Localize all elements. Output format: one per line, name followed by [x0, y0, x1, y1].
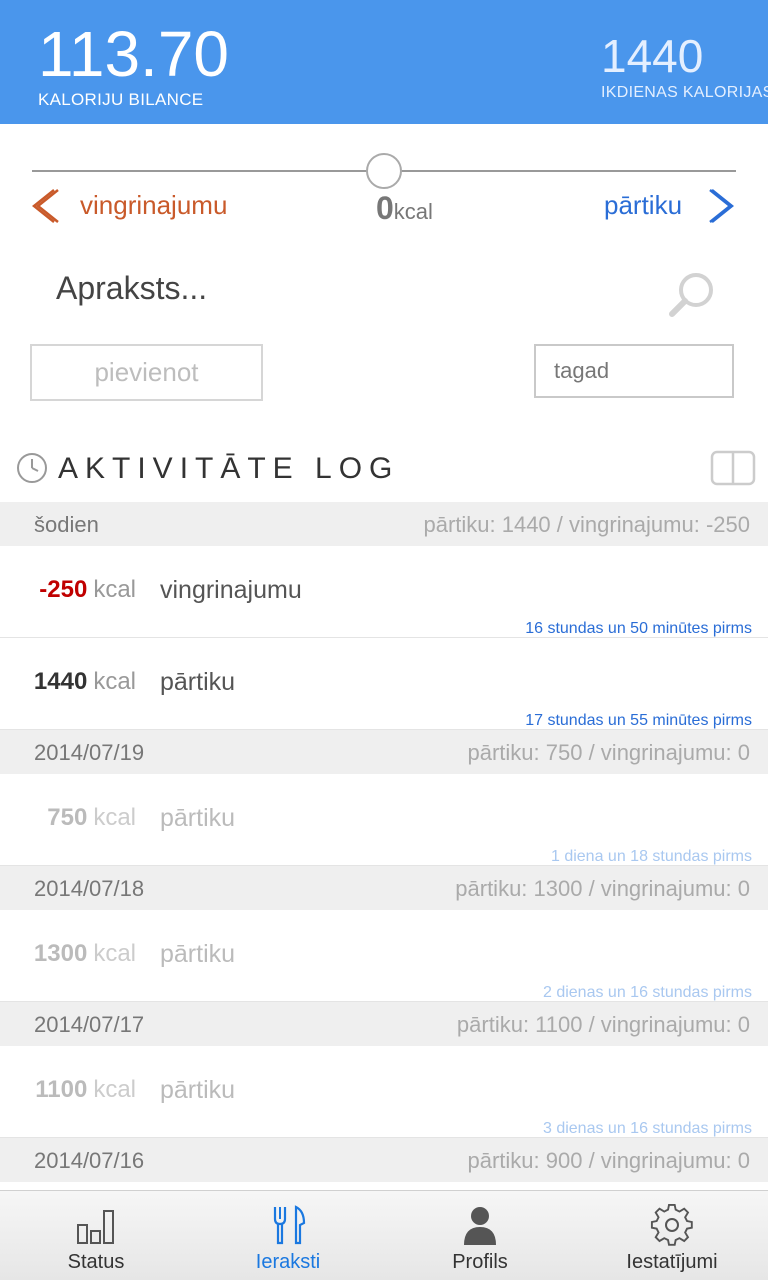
entry-unit: kcal: [93, 668, 136, 695]
entry-time-ago: 3 dienas un 16 stundas pirms: [542, 1120, 752, 1137]
tab-label: Iestatījumi: [626, 1251, 718, 1273]
entry-value: 1100: [35, 1076, 88, 1103]
day-header: šodien pārtiku: 1440 / vingrinajumu: -25…: [0, 502, 768, 546]
day-header: 2014/07/16 pārtiku: 900 / vingrinajumu: …: [0, 1138, 768, 1182]
tab-profils[interactable]: Profils: [384, 1191, 576, 1280]
entry-amount: 1440 kcal: [34, 668, 136, 696]
entry-description: pārtiku: [160, 1076, 236, 1104]
daily-calories-label: IKDIENAS KALORIJAS: [601, 84, 768, 101]
day-date: 2014/07/16: [34, 1148, 145, 1173]
day-header: 2014/07/17 pārtiku: 1100 / vingrinajumu:…: [0, 1002, 768, 1046]
fork-knife-icon: [273, 1205, 306, 1245]
kcal-amount-display: 0kcal: [376, 190, 433, 227]
day-summary: pārtiku: 1100 / vingrinajumu: 0: [456, 1012, 750, 1037]
day-date: 2014/07/19: [34, 740, 145, 765]
daily-calories-value: 1440: [601, 30, 704, 82]
entry-value: 1300: [33, 940, 88, 967]
day-header: 2014/07/19 pārtiku: 750 / vingrinajumu: …: [0, 730, 768, 774]
log-entry[interactable]: 1440 kcal pārtiku 17 stundas un 55 minūte…: [0, 638, 768, 730]
entry-description: pārtiku: [160, 668, 236, 696]
entry-time-ago: 2 dienas un 16 stundas pirms: [542, 984, 752, 1001]
exercise-type-button[interactable]: vingrinajumu: [80, 190, 227, 221]
entry-amount: 1100 kcal: [35, 1076, 136, 1104]
description-input[interactable]: Apraksts...: [56, 270, 207, 307]
entry-time-ago: 1 diena un 18 stundas pirms: [550, 848, 752, 865]
entry-amount: 1300 kcal: [34, 940, 136, 968]
calorie-header: 113.70 KALORIJU BILANCE 1440 IKDIENAS KA…: [0, 0, 768, 124]
book-icon[interactable]: [710, 450, 756, 486]
chevron-right-icon[interactable]: [704, 186, 738, 226]
person-icon: [464, 1207, 496, 1245]
day-date: 2014/07/18: [34, 876, 145, 901]
kcal-slider-knob[interactable]: [366, 153, 402, 189]
kcal-amount-value: 0: [376, 190, 394, 226]
food-type-button[interactable]: pārtiku: [604, 190, 682, 221]
day-summary: pārtiku: 750 / vingrinajumu: 0: [467, 740, 751, 765]
tab-label: Ieraksti: [255, 1251, 321, 1273]
add-button[interactable]: pievienot: [30, 344, 263, 401]
day-summary: pārtiku: 900 / vingrinajumu: 0: [467, 1148, 751, 1173]
tab-label: Profils: [452, 1251, 508, 1273]
entry-description: pārtiku: [160, 804, 236, 832]
entry-unit: kcal: [93, 1076, 136, 1103]
entry-amount: -250 kcal: [39, 576, 136, 604]
tab-iestatijumi[interactable]: Iestatījumi: [576, 1191, 768, 1280]
tab-label: Status: [67, 1251, 125, 1273]
kcal-amount-unit: kcal: [393, 199, 433, 224]
chevron-left-icon[interactable]: [30, 186, 64, 226]
activity-log-list: šodien pārtiku: 1440 / vingrinajumu: -25…: [0, 502, 768, 1182]
entry-description: pārtiku: [160, 940, 236, 968]
day-date: 2014/07/17: [34, 1012, 145, 1037]
entry-time-ago: 16 stundas un 50 minūtes pirms: [525, 620, 752, 637]
entry-value: -250: [39, 576, 88, 603]
time-input[interactable]: tagad: [534, 344, 734, 398]
activity-log-title: AKTIVITĀTE LOG: [58, 452, 400, 485]
entry-description: vingrinajumu: [160, 576, 302, 604]
entry-amount: 750 kcal: [47, 804, 136, 832]
log-entry[interactable]: -250 kcal vingrinajumu 16 stundas un 50 m…: [0, 546, 768, 638]
clock-icon: [17, 453, 47, 483]
day-date: šodien: [34, 512, 99, 537]
calorie-balance-label: KALORIJU BILANCE: [38, 90, 204, 109]
entry-unit: kcal: [93, 940, 136, 967]
entry-time-ago: 17 stundas un 55 minūtes pirms: [525, 712, 752, 729]
day-summary: pārtiku: 1300 / vingrinajumu: 0: [455, 876, 750, 901]
calorie-balance-value: 113.70: [38, 18, 229, 90]
bottom-tab-bar: Status Ieraksti Profils Iestatījumi: [0, 1190, 768, 1280]
tab-ieraksti[interactable]: Ieraksti: [192, 1191, 384, 1280]
entry-value: 1440: [33, 668, 88, 695]
entry-unit: kcal: [93, 804, 136, 831]
bar-chart-icon: [77, 1210, 114, 1244]
entry-unit: kcal: [93, 576, 136, 603]
log-entry[interactable]: 1100 kcal pārtiku 3 dienas un 16 stundas …: [0, 1046, 768, 1138]
day-summary: pārtiku: 1440 / vingrinajumu: -250: [423, 512, 750, 537]
tab-status[interactable]: Status: [0, 1191, 192, 1280]
entry-value: 750: [47, 804, 88, 831]
day-header: 2014/07/18 pārtiku: 1300 / vingrinajumu:…: [0, 866, 768, 910]
log-entry[interactable]: 750 kcal pārtiku 1 diena un 18 stundas pi…: [0, 774, 768, 866]
search-icon[interactable]: [666, 268, 718, 320]
log-entry[interactable]: 1300 kcal pārtiku 2 dienas un 16 stundas …: [0, 910, 768, 1002]
gear-icon: [650, 1203, 693, 1246]
